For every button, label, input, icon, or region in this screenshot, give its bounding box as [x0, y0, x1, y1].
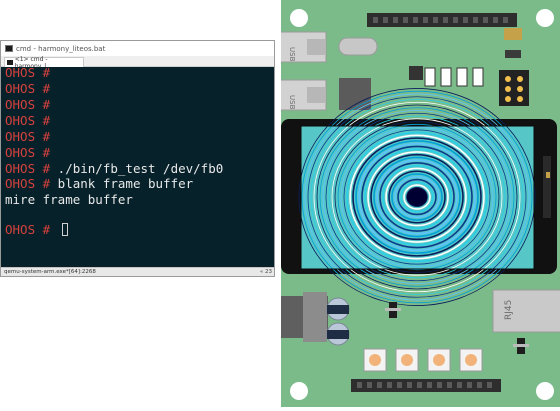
shell-prompt: OHOS #: [5, 97, 51, 112]
window-title: cmd - harmony_liteos.bat: [16, 44, 106, 53]
console-text: blank frame buffer: [50, 176, 194, 191]
header-pin: [377, 382, 382, 388]
header-pin: [367, 382, 372, 388]
header-pin: [433, 17, 438, 23]
header-pin: [407, 382, 412, 388]
lcd-center: [407, 188, 427, 206]
mount-hole-bl: [290, 382, 308, 400]
console-output[interactable]: OHOS # OHOS # OHOS # OHOS # OHOS # OHOS # OHOS…: [1, 67, 274, 267]
tab-cmd[interactable]: <1> cmd - harmony_l...: [4, 56, 84, 70]
console-line: mire frame buffer: [5, 192, 133, 207]
header-pin: [437, 382, 442, 388]
shell-prompt: OHOS #: [5, 129, 51, 144]
header-pin: [467, 382, 472, 388]
console-text: ./bin/fb_test /dev/fb0: [50, 161, 224, 176]
status-bar: qemu-system-arm.exe*[64]:2268 « 23: [1, 267, 274, 276]
header-pin: [393, 17, 398, 23]
usb-port-1: USB: [277, 31, 327, 63]
dev-board: USB USB RJ45: [277, 0, 560, 407]
console-line: OHOS #: [5, 129, 50, 144]
header-pin: [463, 17, 468, 23]
console-line: OHOS # ./bin/fb_test /dev/fb0: [5, 161, 223, 176]
shell-prompt: OHOS #: [5, 161, 51, 176]
status-process: qemu-system-arm.exe*[64]:2268: [4, 269, 96, 275]
header-pin: [373, 17, 378, 23]
lcd-connector: [543, 156, 551, 218]
console-line: OHOS #: [5, 97, 50, 112]
console-line: OHOS #: [5, 222, 68, 237]
header-pin: [483, 17, 488, 23]
console-text: mire frame buffer: [5, 192, 133, 207]
board-graphic: USB USB RJ45: [277, 0, 560, 407]
header-pin: [403, 17, 408, 23]
svg-text:USB: USB: [288, 95, 296, 110]
mount-hole-br: [536, 382, 554, 400]
header-pin: [503, 17, 508, 23]
jumper-block: [499, 70, 529, 106]
header-pin: [417, 382, 422, 388]
shell-prompt: OHOS #: [5, 222, 51, 237]
header-pin: [443, 17, 448, 23]
console-line: OHOS #: [5, 81, 50, 96]
shell-prompt: OHOS #: [5, 176, 51, 191]
header-pin: [397, 382, 402, 388]
header-pin: [387, 382, 392, 388]
console-line: OHOS #: [5, 145, 50, 160]
shell-prompt: OHOS #: [5, 113, 51, 128]
terminal-window[interactable]: cmd - harmony_liteos.bat <1> cmd - harmo…: [0, 40, 275, 277]
console-line: OHOS # blank frame buffer: [5, 176, 193, 191]
header-pin: [477, 382, 482, 388]
header-pin: [383, 17, 388, 23]
cmd-app-icon: [5, 45, 13, 52]
push-button: [459, 348, 483, 372]
rj45-port: RJ45: [492, 289, 560, 333]
push-button: [427, 348, 451, 372]
status-indicator: « 23: [259, 269, 272, 275]
smd-small: [505, 50, 521, 58]
header-pin: [493, 17, 498, 23]
header-pin: [453, 17, 458, 23]
usb-port-2: USB: [277, 79, 327, 111]
gold-component: [504, 28, 522, 40]
header-pin: [473, 17, 478, 23]
push-button: [395, 348, 419, 372]
title-bar[interactable]: cmd - harmony_liteos.bat: [1, 41, 274, 56]
mount-hole-tr: [536, 9, 554, 27]
header-pin: [423, 17, 428, 23]
header-pin: [357, 382, 362, 388]
crystal: [338, 37, 378, 56]
push-button: [363, 348, 387, 372]
text-cursor: [61, 223, 68, 236]
console-line: OHOS #: [5, 67, 50, 80]
header-pin: [487, 382, 492, 388]
shell-prompt: OHOS #: [5, 67, 51, 80]
tab-bar: <1> cmd - harmony_l...: [1, 56, 274, 70]
svg-text:RJ45: RJ45: [504, 300, 514, 320]
small-ic: [409, 66, 423, 80]
shell-prompt: OHOS #: [5, 145, 51, 160]
console-line: OHOS #: [5, 113, 50, 128]
header-pin: [413, 17, 418, 23]
svg-text:USB: USB: [288, 47, 296, 62]
header-pin: [457, 382, 462, 388]
cmd-tab-icon: [7, 60, 13, 65]
header-pin: [447, 382, 452, 388]
shell-prompt: OHOS #: [5, 81, 51, 96]
mount-hole-tl: [290, 9, 308, 27]
header-pin: [427, 382, 432, 388]
